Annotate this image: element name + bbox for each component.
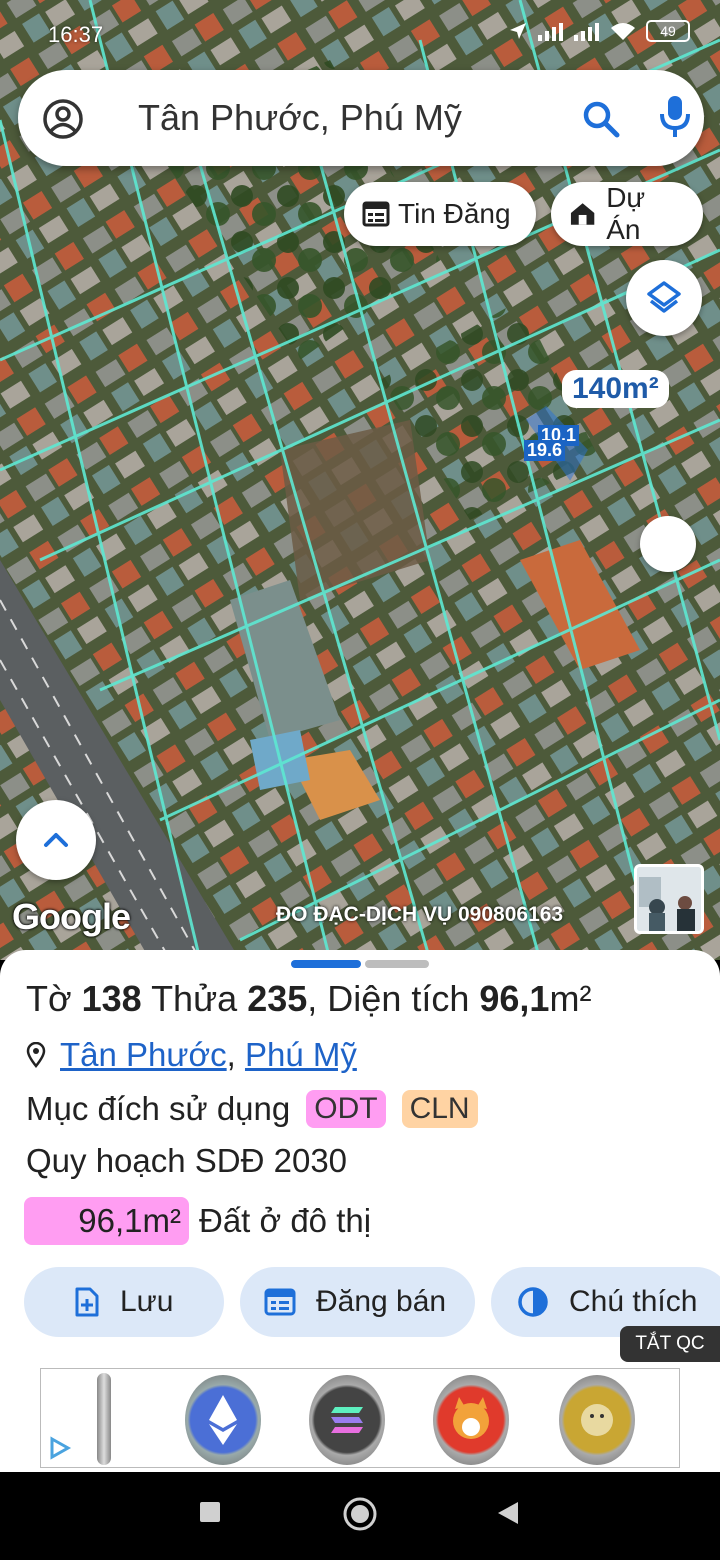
wifi-icon — [611, 23, 635, 40]
save-button[interactable]: Lưu — [24, 1267, 224, 1337]
town-link[interactable]: Phú Mỹ — [245, 1036, 357, 1074]
status-bar: 16:37 49 — [0, 18, 720, 52]
building-icon — [570, 203, 595, 225]
parcel-title: Tờ 138 Thửa 235, Diện tích 96,1m² — [26, 978, 591, 1020]
account-icon[interactable] — [42, 98, 84, 140]
sheet-handle-active[interactable] — [291, 960, 361, 968]
listings-chip-label: Tin Đăng — [398, 198, 511, 229]
contrast-icon — [518, 1287, 548, 1317]
thumbnail-image — [637, 867, 701, 931]
back-icon[interactable] — [496, 1500, 520, 1526]
projects-chip-label: Dự Án — [606, 182, 646, 245]
map-control-button[interactable] — [640, 516, 696, 572]
layers-button[interactable] — [626, 260, 702, 336]
layers-icon — [647, 281, 681, 313]
map-view[interactable]: 16:37 49 Tân Phước, Phú Mỹ Tin Đăng Dự Á… — [0, 0, 720, 960]
shiba-icon — [453, 1397, 489, 1439]
mic-icon[interactable] — [658, 94, 692, 140]
parcel-info-sheet[interactable]: Tờ 138 Thửa 235, Diện tích 96,1m² Tân Ph… — [0, 950, 720, 1472]
signal-icon — [538, 23, 563, 41]
shiba-coin-image — [433, 1375, 509, 1465]
location-separator: , — [226, 1036, 236, 1073]
dogecoin-icon — [581, 1404, 613, 1436]
parcel-number: 235 — [247, 978, 308, 1019]
location-row: Tân Phước, Phú Mỹ — [26, 1036, 357, 1074]
watermark-text: ĐO ĐẠC-DỊCH VỤ 090806163 — [276, 903, 564, 926]
solana-coin-image — [309, 1375, 385, 1465]
projects-chip[interactable]: Dự Án — [551, 182, 703, 246]
calendar-list-icon — [264, 1288, 296, 1316]
sheet-handle[interactable] — [365, 960, 429, 968]
listings-chip[interactable]: Tin Đăng — [344, 182, 536, 246]
parcel-area-label: 140m² — [562, 370, 669, 408]
system-navigation-bar — [0, 1472, 720, 1560]
planning-land-type: Đất ở đô thị — [199, 1202, 372, 1239]
planning-area-value: 96,1m² — [24, 1197, 189, 1245]
usage-badge-cln[interactable]: CLN — [401, 1090, 478, 1128]
ethereum-coin-image — [185, 1375, 261, 1465]
ad-banner[interactable] — [40, 1368, 680, 1468]
status-time: 16:37 — [48, 22, 104, 47]
home-icon[interactable] — [342, 1496, 378, 1532]
area-unit: m² — [549, 978, 592, 1019]
location-pin-icon — [26, 1042, 46, 1068]
solana-icon — [331, 1407, 363, 1433]
planning-label: Quy hoạch SDĐ 2030 — [26, 1142, 348, 1179]
location-arrow-icon — [510, 23, 526, 39]
area-label: , Diện tích — [307, 978, 470, 1019]
post-button-label: Đăng bán — [316, 1285, 447, 1318]
signal-icon-2 — [574, 23, 599, 41]
expand-button[interactable] — [16, 800, 96, 880]
search-input[interactable]: Tân Phước, Phú Mỹ — [138, 97, 462, 139]
usage-label: Mục đích sử dụng — [26, 1090, 291, 1127]
usage-row: Mục đích sử dụng ODT CLN — [26, 1090, 478, 1128]
usage-badge-odt[interactable]: ODT — [306, 1090, 386, 1128]
ward-link[interactable]: Tân Phước — [60, 1036, 227, 1074]
search-icon[interactable] — [580, 98, 622, 140]
coin-edge-image — [97, 1373, 111, 1465]
status-icons: 49 — [508, 20, 690, 42]
dimension-label: 19.6 — [524, 440, 566, 461]
ad-thumbnail[interactable] — [634, 864, 704, 934]
legend-button-label: Chú thích — [569, 1285, 698, 1318]
battery-indicator: 49 — [646, 20, 690, 42]
sheet-label: Tờ — [26, 978, 72, 1019]
ad-choices-icon[interactable] — [47, 1435, 73, 1461]
recents-icon[interactable] — [198, 1500, 222, 1524]
calendar-list-icon — [362, 201, 390, 227]
dogecoin-coin-image — [559, 1375, 635, 1465]
google-logo: Google — [12, 896, 131, 937]
file-add-icon — [75, 1287, 99, 1317]
save-button-label: Lưu — [120, 1285, 174, 1318]
parcel-label: Thửa — [151, 978, 238, 1019]
search-bar[interactable]: Tân Phước, Phú Mỹ — [18, 70, 704, 166]
sheet-number: 138 — [81, 978, 142, 1019]
chevron-up-icon — [44, 833, 68, 847]
area-value: 96,1 — [479, 978, 550, 1019]
ethereum-icon — [209, 1395, 237, 1445]
post-for-sale-button[interactable]: Đăng bán — [240, 1267, 475, 1337]
planning-area-row: 96,1m² Đất ở đô thị — [24, 1197, 371, 1245]
hide-ads-button[interactable]: TẮT QC — [620, 1326, 720, 1362]
